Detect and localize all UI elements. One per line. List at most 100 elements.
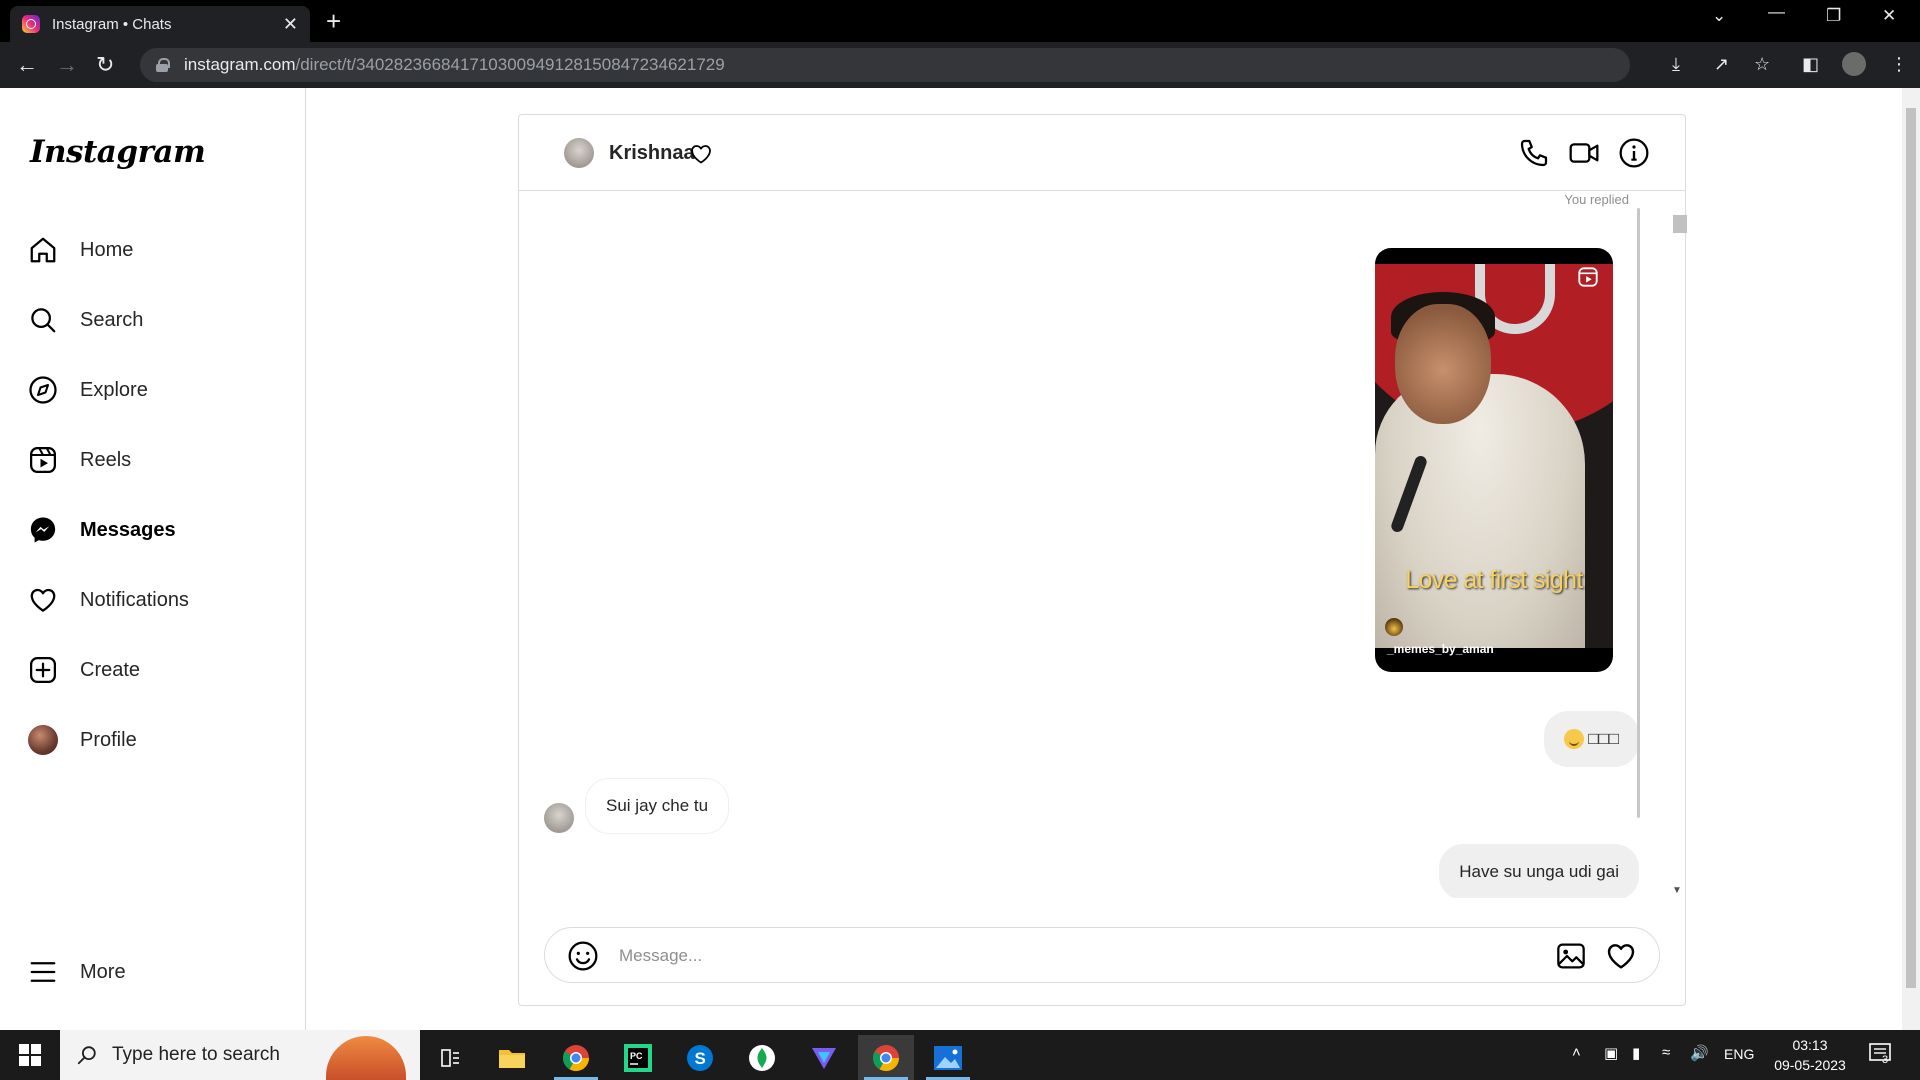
back-icon[interactable]: ← (16, 52, 38, 78)
reel-thumbnail: Love at first sight (1375, 264, 1613, 648)
mongodb-leaf-icon (749, 1044, 775, 1071)
info-icon[interactable] (1618, 137, 1650, 169)
task-view-icon (441, 1048, 459, 1067)
thread-scrollbar[interactable] (1637, 208, 1640, 818)
search-icon (31, 308, 56, 333)
windows-taskbar: Type here to search PC S ˄ ▣ ▮ ≈ 🔊 ENG 0… (0, 1030, 1920, 1080)
sidebar-item-explore[interactable]: Explore (28, 366, 288, 414)
tab-title: Instagram • Chats (52, 15, 172, 33)
message-text: Have su unga udi gai (1459, 862, 1619, 881)
like-heart-icon[interactable] (1605, 940, 1637, 972)
message-text: Sui jay che tu (606, 796, 709, 815)
install-icon[interactable]: ⤓ (1672, 54, 1680, 75)
pycharm-icon: PC (624, 1043, 652, 1072)
photos-icon (934, 1045, 962, 1070)
sidebar-item-label: Reels (80, 448, 132, 471)
window-close-icon[interactable]: ✕ (1882, 6, 1896, 26)
restore-icon[interactable]: ❐ (1826, 6, 1841, 26)
meet-now-icon[interactable]: ▣ (1604, 1044, 1618, 1062)
folder-icon (499, 1049, 525, 1068)
reel-owner-username: _memes_by_aman (1387, 642, 1494, 656)
video-call-icon[interactable] (1568, 137, 1600, 169)
scroll-down-arrow-icon[interactable]: ▼ (1672, 885, 1682, 896)
instagram-sidebar: Instagram Home Search Explore Reels Mess… (0, 88, 306, 1030)
profile-avatar-icon[interactable] (1842, 52, 1866, 76)
instagram-logo[interactable]: Instagram (30, 134, 206, 170)
sidebar-item-notifications[interactable]: Notifications (28, 576, 288, 624)
sidebar-item-profile[interactable]: Profile (28, 716, 288, 764)
forward-icon[interactable]: → (56, 52, 78, 78)
clock-time: 03:13 (1792, 1037, 1828, 1053)
emoji-picker-icon[interactable] (567, 940, 599, 972)
reel-head-graphic (1395, 304, 1491, 424)
chat-header: Krishnaa (519, 115, 1685, 191)
mongodb-compass-taskbar-button[interactable] (734, 1035, 790, 1080)
show-hidden-icons-icon[interactable]: ˄ (1572, 1044, 1581, 1061)
compass-icon (29, 376, 57, 404)
chrome-taskbar-button-active[interactable] (858, 1035, 914, 1080)
page-scroll-thumb[interactable] (1906, 108, 1916, 988)
sidebar-item-create[interactable]: Create (28, 646, 288, 694)
kebab-menu-icon[interactable]: ⋮ (1890, 54, 1908, 75)
contact-avatar[interactable] (564, 138, 594, 168)
share-icon[interactable]: ↗ (1714, 54, 1729, 75)
message-input[interactable] (619, 940, 1519, 972)
message-thread[interactable]: You replied Love at first sight _memes_b… (519, 192, 1685, 898)
outgoing-message[interactable]: □□□ (1544, 711, 1639, 767)
sidebar-item-messages[interactable]: Messages (28, 506, 288, 554)
minimize-icon[interactable]: — (1768, 2, 1785, 22)
smirk-emoji-icon (1564, 729, 1585, 749)
pycharm-taskbar-button[interactable]: PC (610, 1035, 666, 1080)
task-view-button[interactable] (422, 1035, 478, 1080)
home-icon (30, 237, 56, 263)
search-highlight-image (326, 1036, 406, 1080)
reel-caption: Love at first sight (1405, 566, 1583, 594)
action-center-button[interactable]: 3 (1868, 1042, 1894, 1071)
sidebar-item-search[interactable]: Search (28, 296, 288, 344)
sidebar-item-reels[interactable]: Reels (28, 436, 288, 484)
outgoing-message[interactable]: Have su unga udi gai (1439, 844, 1639, 898)
avatar (28, 725, 58, 755)
new-tab-button[interactable]: + (326, 8, 341, 34)
bookmark-star-icon[interactable]: ☆ (1754, 54, 1770, 75)
reload-icon[interactable]: ↻ (96, 52, 114, 78)
side-panel-icon[interactable]: ◧ (1802, 54, 1819, 75)
sidebar-item-more[interactable]: More (28, 948, 288, 996)
svg-text:S: S (695, 1049, 706, 1068)
file-explorer-button[interactable] (484, 1035, 540, 1080)
shared-reel-card[interactable]: Love at first sight _memes_by_aman (1375, 248, 1613, 672)
sidebar-item-label: Explore (80, 378, 148, 401)
page-scrollbar[interactable] (1902, 88, 1920, 1030)
contact-name[interactable]: Krishnaa (609, 142, 695, 165)
triangle-app-icon (812, 1047, 836, 1069)
battery-icon[interactable]: ▮ (1632, 1044, 1640, 1062)
reel-badge-icon (1578, 267, 1598, 287)
sidebar-item-home[interactable]: Home (28, 226, 288, 274)
skype-taskbar-button[interactable]: S (672, 1035, 728, 1080)
system-clock[interactable]: 03:13 09-05-2023 (1760, 1035, 1860, 1075)
wifi-icon[interactable]: ≈ (1662, 1044, 1670, 1061)
tab-close-icon[interactable]: ✕ (283, 14, 298, 35)
start-button[interactable] (0, 1030, 60, 1080)
address-bar[interactable]: instagram.com/direct/t/34028236684171030… (140, 48, 1630, 82)
taskbar-search-box[interactable]: Type here to search (60, 1030, 420, 1080)
incoming-message[interactable]: Sui jay che tu (585, 778, 730, 834)
sidebar-item-label: Profile (80, 728, 137, 751)
vpn-taskbar-button[interactable] (796, 1035, 852, 1080)
tab-search-icon[interactable]: ⌄ (1712, 6, 1726, 26)
sidebar-item-label: Create (80, 658, 141, 681)
chrome-taskbar-button[interactable] (548, 1035, 604, 1080)
notifications-icon (1869, 1043, 1891, 1061)
search-icon (77, 1046, 96, 1065)
language-indicator[interactable]: ENG (1724, 1046, 1754, 1062)
browser-toolbar: ← → ↻ instagram.com/direct/t/34028236684… (0, 42, 1920, 88)
photos-taskbar-button[interactable] (920, 1035, 976, 1080)
phone-call-icon[interactable] (1518, 137, 1550, 169)
browser-tab[interactable]: Instagram • Chats ✕ (10, 6, 310, 42)
chrome-icon (872, 1044, 900, 1071)
thread-scroll-thumb[interactable] (1673, 215, 1687, 233)
contact-avatar-small[interactable] (544, 803, 574, 833)
url-domain: instagram.com (184, 55, 296, 74)
image-upload-icon[interactable] (1555, 940, 1587, 972)
volume-icon[interactable]: 🔊 (1690, 1044, 1709, 1062)
